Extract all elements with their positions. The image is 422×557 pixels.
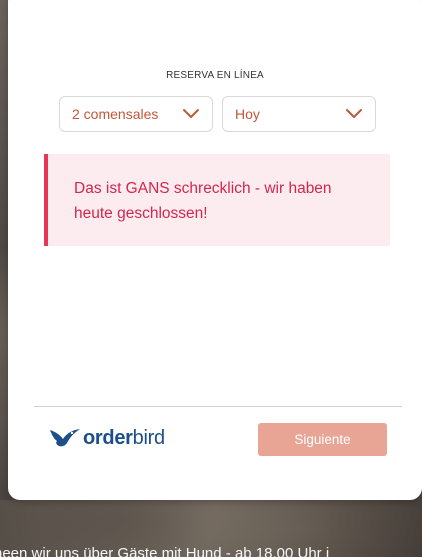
- footer-divider: [34, 406, 402, 407]
- background-caption: neen wir uns über Gäste mit Hund - ab 18…: [0, 545, 330, 557]
- orderbird-logo[interactable]: order bird: [48, 424, 165, 452]
- date-select-value: Hoy: [235, 106, 260, 122]
- logo-word-bird: bird: [132, 426, 165, 449]
- guests-select[interactable]: 2 comensales: [59, 96, 213, 132]
- widget-heading: RESERVA EN LÍNEA: [166, 70, 264, 81]
- chevron-down-icon: [183, 109, 199, 118]
- alert-message: Das ist GANS schrecklich - wir haben heu…: [74, 180, 332, 222]
- reservation-widget: RESERVA EN LÍNEA 2 comensales Hoy Das is…: [8, 0, 422, 500]
- closed-alert: Das ist GANS schrecklich - wir haben heu…: [44, 154, 390, 246]
- next-button[interactable]: Siguiente: [258, 423, 387, 456]
- chevron-down-icon: [346, 109, 362, 118]
- date-select[interactable]: Hoy: [222, 96, 376, 132]
- bird-icon: [50, 429, 80, 447]
- logo-word-order: order: [83, 426, 133, 449]
- guests-select-value: 2 comensales: [72, 106, 159, 122]
